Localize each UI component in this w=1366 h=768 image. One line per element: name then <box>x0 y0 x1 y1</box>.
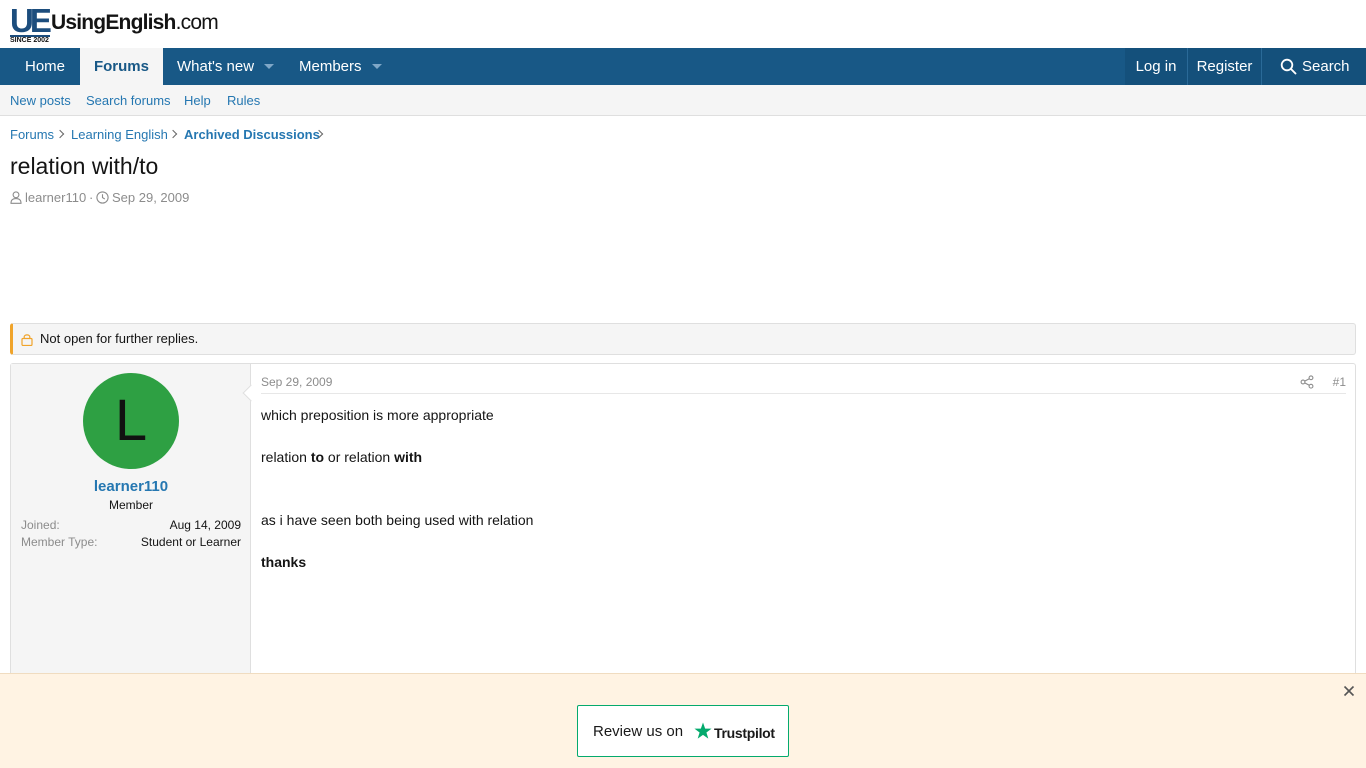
members-chevron-down-icon[interactable] <box>372 64 382 69</box>
locked-notice: Not open for further replies. <box>10 323 1356 355</box>
thread-date[interactable]: Sep 29, 2009 <box>112 190 189 205</box>
avatar[interactable]: L <box>83 373 179 469</box>
breadcrumb-forums[interactable]: Forums <box>10 127 54 142</box>
post-text-line: thanks <box>261 554 307 570</box>
search-label: Search <box>1302 58 1350 75</box>
share-icon[interactable] <box>1300 375 1314 389</box>
post-header-divider <box>261 393 1346 394</box>
chevron-right-icon <box>55 129 65 139</box>
site-header: UE SINCE 2002 UsingEnglish.com <box>0 0 1366 48</box>
post-text-line: which preposition is more appropriate <box>261 407 494 423</box>
post-text-line: as i have seen both being used with rela… <box>261 512 534 528</box>
logo-since: SINCE 2002 <box>10 37 49 44</box>
sub-navigation: New posts Search forums Help Rules <box>0 85 1366 116</box>
lock-icon <box>21 334 33 346</box>
joined-label: Joined: <box>21 518 60 532</box>
main-navigation: Home Forums What's new Members Log in Re… <box>0 48 1366 85</box>
close-icon[interactable] <box>1342 684 1356 698</box>
member-type-label: Member Type: <box>21 535 98 549</box>
page-title: relation with/to <box>10 153 159 179</box>
user-member-type: Member Type: Student or Learner <box>21 535 241 551</box>
meta-separator: · <box>89 190 94 205</box>
post-username[interactable]: learner110 <box>11 478 251 495</box>
review-label: Review us on <box>593 723 684 740</box>
whats-new-chevron-down-icon[interactable] <box>264 64 274 69</box>
post-number[interactable]: #1 <box>1333 375 1346 389</box>
trustpilot-brand: Trustpilot <box>714 725 775 741</box>
member-type-value: Student or Learner <box>140 535 241 549</box>
review-banner: Review us on Trustpilot <box>0 673 1366 768</box>
search-icon <box>1280 58 1297 75</box>
post-text-bold: with <box>394 449 423 465</box>
trustpilot-star-icon <box>694 722 712 739</box>
joined-value: Aug 14, 2009 <box>169 518 241 532</box>
notice-text: Not open for further replies. <box>40 331 199 346</box>
user-joined: Joined: Aug 14, 2009 <box>21 518 241 534</box>
breadcrumb-archived-discussions[interactable]: Archived Discussions <box>184 127 320 142</box>
subnav-help[interactable]: Help <box>184 85 211 116</box>
login-button[interactable]: Log in <box>1125 48 1187 85</box>
logo-mark: UE <box>10 2 52 39</box>
breadcrumb-learning-english[interactable]: Learning English <box>71 127 168 142</box>
thread-author[interactable]: learner110 <box>25 190 86 205</box>
logo-name: UsingEnglish <box>51 11 176 34</box>
user-icon <box>10 191 22 204</box>
site-logo[interactable]: UE SINCE 2002 UsingEnglish.com <box>10 2 219 44</box>
post: L learner110 Member Joined: Aug 14, 2009… <box>10 363 1356 704</box>
subnav-rules[interactable]: Rules <box>227 85 260 116</box>
search-button[interactable]: Search <box>1262 48 1366 85</box>
register-button[interactable]: Register <box>1188 48 1261 85</box>
clock-icon <box>96 191 109 204</box>
trustpilot-review-button[interactable]: Review us on Trustpilot <box>577 705 789 757</box>
post-text-line: relation to or relation with <box>261 449 422 465</box>
nav-forums[interactable]: Forums <box>80 48 163 85</box>
nav-whats-new[interactable]: What's new <box>177 48 254 85</box>
user-title: Member <box>108 498 153 512</box>
chevron-right-icon <box>168 129 178 139</box>
post-text-bold: to <box>310 449 325 465</box>
post-user-panel: L learner110 Member Joined: Aug 14, 2009… <box>11 364 251 704</box>
logo-tld: .com <box>175 11 219 34</box>
nav-home[interactable]: Home <box>10 48 80 85</box>
nav-members[interactable]: Members <box>299 48 362 85</box>
post-text-fragment: relation <box>261 449 311 465</box>
subnav-new-posts[interactable]: New posts <box>10 85 71 116</box>
subnav-search-forums[interactable]: Search forums <box>86 85 171 116</box>
post-date[interactable]: Sep 29, 2009 <box>261 375 332 389</box>
post-text-fragment: or relation <box>324 449 395 465</box>
logo-wordmark: UsingEnglish.com <box>51 11 219 35</box>
